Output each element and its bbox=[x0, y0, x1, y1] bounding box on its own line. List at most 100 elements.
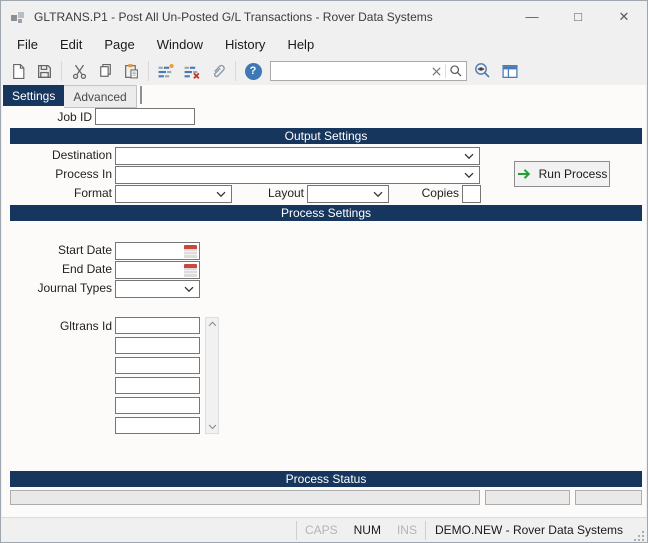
caps-indicator: CAPS bbox=[305, 523, 338, 537]
end-date-input[interactable] bbox=[116, 263, 184, 277]
gltrans-id-input[interactable] bbox=[115, 317, 200, 334]
chevron-down-icon bbox=[464, 172, 474, 179]
tab-strip-end bbox=[140, 86, 142, 104]
toolbar: ? bbox=[1, 57, 647, 85]
delete-record-button[interactable] bbox=[179, 59, 205, 83]
searchbox-divider bbox=[445, 64, 446, 78]
tab-settings[interactable]: Settings bbox=[3, 85, 64, 106]
chevron-down-icon bbox=[216, 191, 226, 198]
calendar-icon[interactable] bbox=[184, 264, 197, 277]
destination-select[interactable] bbox=[115, 147, 480, 165]
end-date-field bbox=[115, 261, 200, 279]
app-icon bbox=[10, 9, 26, 25]
tab-advanced[interactable]: Advanced bbox=[64, 85, 136, 108]
menu-help[interactable]: Help bbox=[276, 34, 325, 55]
gltrans-id-label: Gltrans Id bbox=[2, 318, 112, 335]
start-date-field bbox=[115, 242, 200, 260]
help-button[interactable]: ? bbox=[240, 59, 266, 83]
gltrans-scrollbar[interactable] bbox=[205, 317, 219, 434]
run-process-button[interactable]: Run Process bbox=[514, 161, 610, 187]
copies-input[interactable] bbox=[462, 185, 481, 203]
save-button[interactable] bbox=[31, 59, 57, 83]
scroll-up-icon[interactable] bbox=[208, 321, 217, 327]
search-icon[interactable] bbox=[449, 64, 463, 78]
gltrans-id-input[interactable] bbox=[115, 337, 200, 354]
cut-button[interactable] bbox=[66, 59, 92, 83]
paste-icon bbox=[123, 63, 140, 80]
menu-window[interactable]: Window bbox=[146, 34, 214, 55]
paste-button[interactable] bbox=[118, 59, 144, 83]
window-controls: — □ ✕ bbox=[509, 1, 647, 32]
start-date-input[interactable] bbox=[116, 244, 184, 258]
run-arrow-icon bbox=[517, 168, 532, 180]
process-in-select[interactable] bbox=[115, 166, 480, 184]
ins-indicator: INS bbox=[397, 523, 417, 537]
form-area: Settings Advanced Job ID Output Settings… bbox=[2, 85, 646, 517]
calendar-icon[interactable] bbox=[184, 245, 197, 258]
delete-record-icon bbox=[183, 63, 201, 80]
chevron-down-icon bbox=[464, 153, 474, 160]
copy-icon bbox=[97, 63, 114, 80]
help-icon: ? bbox=[245, 63, 262, 80]
chevron-down-icon bbox=[184, 286, 194, 293]
start-date-label: Start Date bbox=[2, 242, 112, 259]
job-id-input[interactable] bbox=[95, 108, 195, 125]
end-date-label: End Date bbox=[2, 261, 112, 278]
add-record-icon bbox=[157, 63, 175, 80]
chevron-down-icon bbox=[373, 191, 383, 198]
browse-layout-button[interactable] bbox=[497, 59, 523, 83]
new-button[interactable] bbox=[5, 59, 31, 83]
close-button[interactable]: ✕ bbox=[601, 1, 647, 32]
cut-icon bbox=[71, 63, 88, 80]
layout-label: Layout bbox=[242, 185, 304, 202]
app-window: GLTRANS.P1 - Post All Un-Posted G/L Tran… bbox=[0, 0, 648, 543]
journal-types-select[interactable] bbox=[115, 280, 200, 298]
add-record-button[interactable] bbox=[153, 59, 179, 83]
menu-edit[interactable]: Edit bbox=[49, 34, 93, 55]
copy-button[interactable] bbox=[92, 59, 118, 83]
process-status-field bbox=[485, 490, 570, 505]
journal-types-label: Journal Types bbox=[2, 280, 112, 297]
attachment-button[interactable] bbox=[205, 59, 231, 83]
process-settings-header: Process Settings bbox=[10, 205, 642, 221]
title-bar[interactable]: GLTRANS.P1 - Post All Un-Posted G/L Tran… bbox=[1, 1, 647, 32]
format-select[interactable] bbox=[115, 185, 232, 203]
attachment-icon bbox=[210, 63, 227, 80]
process-in-label: Process In bbox=[2, 166, 112, 183]
minimize-button[interactable]: — bbox=[509, 1, 555, 32]
menu-file[interactable]: File bbox=[6, 34, 49, 55]
output-settings-header: Output Settings bbox=[10, 128, 642, 144]
resize-grip[interactable] bbox=[633, 530, 645, 542]
clear-icon[interactable] bbox=[431, 66, 442, 77]
toolbar-search-input[interactable] bbox=[274, 64, 431, 78]
save-icon bbox=[36, 63, 53, 80]
toolbar-search-box[interactable] bbox=[270, 61, 467, 81]
menu-page[interactable]: Page bbox=[93, 34, 145, 55]
maximize-button[interactable]: □ bbox=[555, 1, 601, 32]
num-indicator: NUM bbox=[354, 523, 381, 537]
process-status-field bbox=[10, 490, 480, 505]
gltrans-id-input[interactable] bbox=[115, 377, 200, 394]
menu-history[interactable]: History bbox=[214, 34, 276, 55]
destination-label: Destination bbox=[2, 147, 112, 164]
process-status-header: Process Status bbox=[10, 471, 642, 487]
browse-layout-icon bbox=[501, 63, 519, 80]
gltrans-id-input[interactable] bbox=[115, 417, 200, 434]
tab-strip: Settings Advanced bbox=[3, 85, 142, 108]
copies-label: Copies bbox=[397, 185, 459, 202]
toolbar-separator bbox=[61, 61, 62, 81]
new-icon bbox=[10, 63, 27, 80]
gltrans-id-input[interactable] bbox=[115, 397, 200, 414]
connection-info: DEMO.NEW - Rover Data Systems bbox=[435, 523, 623, 537]
process-status-field bbox=[575, 490, 642, 505]
job-id-label: Job ID bbox=[2, 109, 92, 126]
search-preview-button[interactable] bbox=[467, 59, 497, 83]
statusbar-separator bbox=[425, 521, 426, 540]
toolbar-separator bbox=[235, 61, 236, 81]
run-process-label: Run Process bbox=[539, 167, 608, 181]
format-label: Format bbox=[2, 185, 112, 202]
gltrans-id-input[interactable] bbox=[115, 357, 200, 374]
layout-select[interactable] bbox=[307, 185, 389, 203]
scroll-down-icon[interactable] bbox=[208, 424, 217, 430]
menu-bar: File Edit Page Window History Help bbox=[1, 32, 647, 57]
